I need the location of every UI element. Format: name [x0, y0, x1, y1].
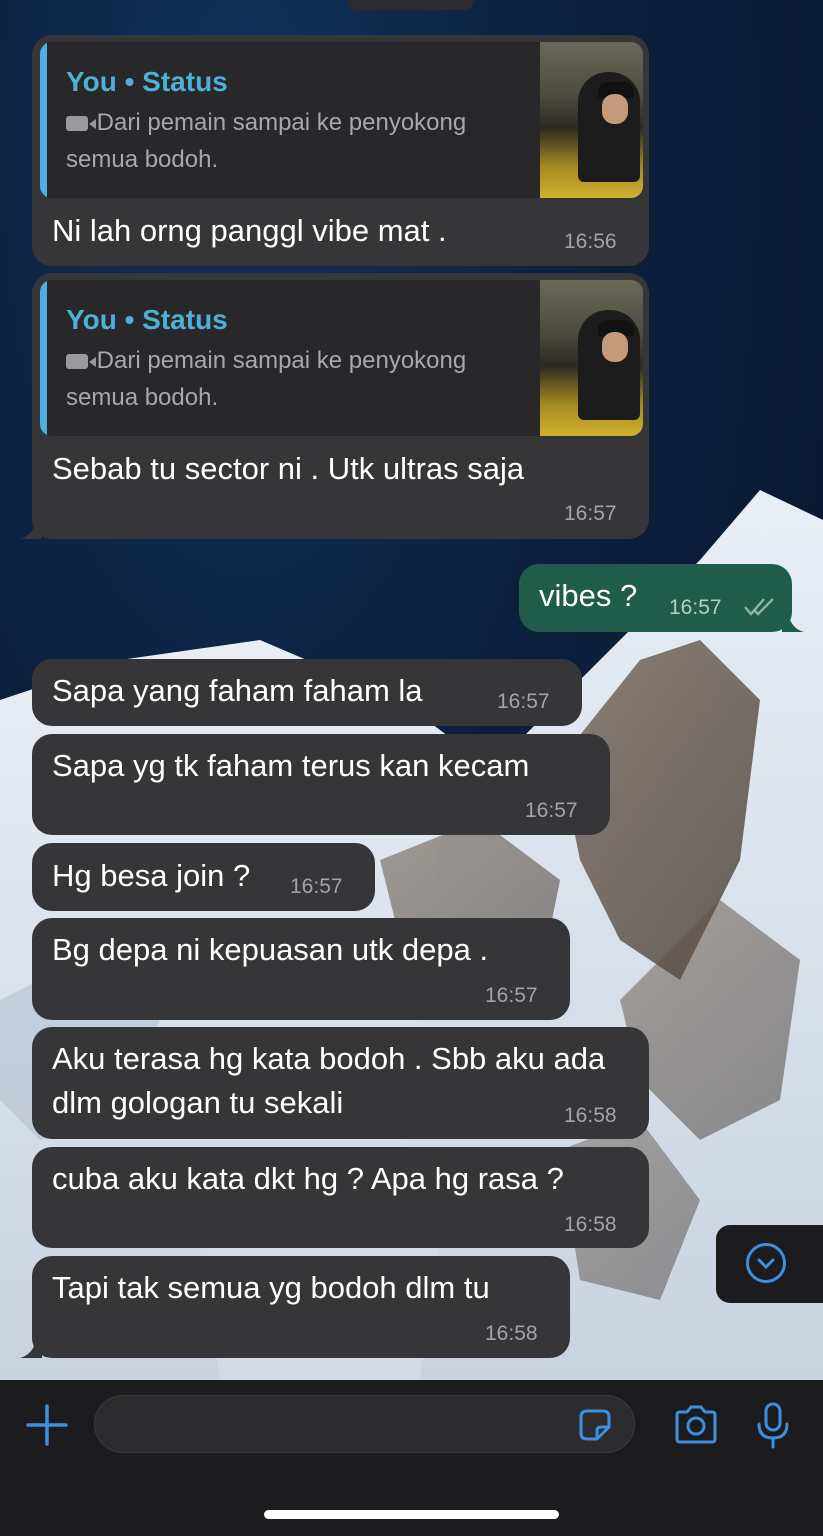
date-pill — [348, 0, 474, 10]
status-thumbnail — [540, 42, 643, 198]
message-time: 16:57 — [290, 875, 343, 898]
message-bubble[interactable]: Aku terasa hg kata bodoh . Sbb aku ada d… — [32, 1027, 649, 1139]
message-text: cuba aku kata dkt hg ? Apa hg rasa ? — [52, 1161, 564, 1196]
quote-text: Dari pemain sampai ke penyokong semua bo… — [66, 109, 467, 173]
quote-bar — [40, 42, 47, 198]
quoted-status[interactable]: You • Status Dari pemain sampai ke penyo… — [40, 42, 643, 198]
message-time: 16:57 — [485, 984, 538, 1007]
message-bubble-outgoing[interactable]: vibes ? 16:57 — [519, 564, 792, 632]
message-bubble[interactable]: You • Status Dari pemain sampai ke penyo… — [32, 35, 649, 266]
message-time: 16:58 — [564, 1104, 617, 1127]
quoted-status[interactable]: You • Status Dari pemain sampai ke penyo… — [40, 280, 643, 436]
bubble-tail — [20, 1338, 42, 1358]
bubble-tail — [782, 612, 804, 632]
home-indicator[interactable] — [264, 1510, 559, 1519]
quote-text: Dari pemain sampai ke penyokong semua bo… — [66, 347, 467, 411]
message-time: 16:57 — [564, 502, 617, 525]
message-bubble[interactable]: Tapi tak semua yg bodoh dlm tu 16:58 — [32, 1256, 570, 1358]
quote-bar — [40, 280, 47, 436]
message-text: Tapi tak semua yg bodoh dlm tu — [52, 1270, 490, 1305]
message-bubble[interactable]: You • Status Dari pemain sampai ke penyo… — [32, 273, 649, 539]
status-thumbnail — [540, 280, 643, 436]
message-text: Bg depa ni kepuasan utk depa . — [52, 932, 489, 967]
message-input[interactable] — [94, 1395, 635, 1453]
message-bubble[interactable]: Bg depa ni kepuasan utk depa . 16:57 — [32, 918, 570, 1020]
message-bubble[interactable]: Hg besa join ? 16:57 — [32, 843, 375, 911]
camera-icon[interactable] — [673, 1405, 719, 1445]
chevron-down-icon — [746, 1243, 786, 1283]
video-camera-icon — [66, 116, 96, 131]
message-time: 16:57 — [497, 690, 550, 713]
scroll-to-bottom-button[interactable] — [716, 1225, 823, 1303]
video-camera-icon — [66, 354, 96, 369]
bubble-tail — [20, 519, 42, 539]
message-bubble[interactable]: Sapa yg tk faham terus kan kecam 16:57 — [32, 734, 610, 835]
message-time: 16:58 — [564, 1213, 617, 1236]
message-time: 16:58 — [485, 1322, 538, 1345]
message-time: 16:56 — [564, 230, 617, 253]
message-text: Ni lah orng panggl vibe mat . — [52, 213, 447, 248]
microphone-icon[interactable] — [755, 1402, 791, 1450]
quote-author: You • Status — [66, 304, 228, 335]
message-text: Sebab tu sector ni . Utk ultras saja — [52, 451, 525, 486]
message-text: Sapa yg tk faham terus kan kecam — [52, 748, 530, 783]
message-text: Aku terasa hg kata bodoh . Sbb aku ada d… — [52, 1041, 606, 1120]
message-bubble[interactable]: Sapa yang faham faham la 16:57 — [32, 659, 582, 726]
message-text: Sapa yang faham faham la — [52, 673, 423, 708]
sticker-icon[interactable] — [577, 1407, 613, 1443]
message-time: 16:57 — [669, 596, 722, 619]
message-text: vibes ? — [539, 578, 638, 613]
message-text: Hg besa join ? — [52, 858, 251, 893]
message-time: 16:57 — [525, 799, 578, 822]
read-receipt-icon — [744, 598, 774, 616]
quote-author: You • Status — [66, 66, 228, 97]
plus-icon[interactable] — [26, 1404, 68, 1446]
message-bubble[interactable]: cuba aku kata dkt hg ? Apa hg rasa ? 16:… — [32, 1147, 649, 1248]
